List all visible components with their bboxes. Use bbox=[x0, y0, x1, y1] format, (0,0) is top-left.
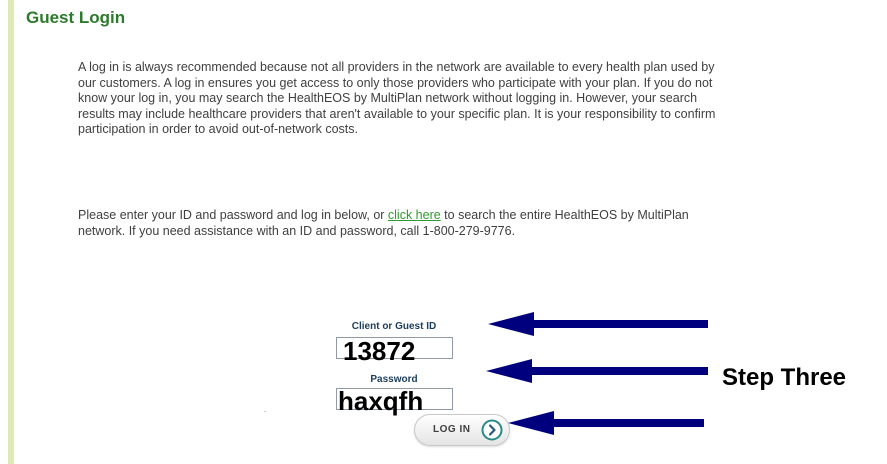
arrow-to-login-button-shape bbox=[508, 411, 704, 435]
instructions-paragraph: Please enter your ID and password and lo… bbox=[78, 208, 718, 239]
click-here-link[interactable]: click here bbox=[388, 208, 441, 222]
client-guest-id-input[interactable] bbox=[336, 337, 453, 359]
arrow-to-id-field bbox=[488, 312, 708, 336]
arrow-to-password-field-shape bbox=[486, 359, 708, 383]
step-three-label: Step Three bbox=[722, 364, 847, 391]
password-label: Password bbox=[370, 374, 418, 385]
password-input[interactable] bbox=[336, 388, 453, 410]
stray-mark bbox=[264, 411, 266, 412]
arrow-to-login-button bbox=[508, 411, 704, 435]
arrow-to-id-field-shape bbox=[488, 312, 708, 336]
arrow-to-password-field bbox=[486, 359, 708, 383]
instructions-text-before-link: Please enter your ID and password and lo… bbox=[78, 208, 388, 222]
login-button[interactable]: LOG IN bbox=[414, 414, 510, 446]
client-guest-id-label: Client or Guest ID bbox=[351, 321, 437, 332]
left-accent-bar bbox=[8, 0, 14, 464]
page-title: Guest Login bbox=[26, 8, 126, 27]
login-button-label: LOG IN bbox=[433, 424, 471, 435]
intro-paragraph: A log in is always recommended because n… bbox=[78, 60, 716, 136]
chevron-right-circle-icon bbox=[481, 419, 503, 441]
